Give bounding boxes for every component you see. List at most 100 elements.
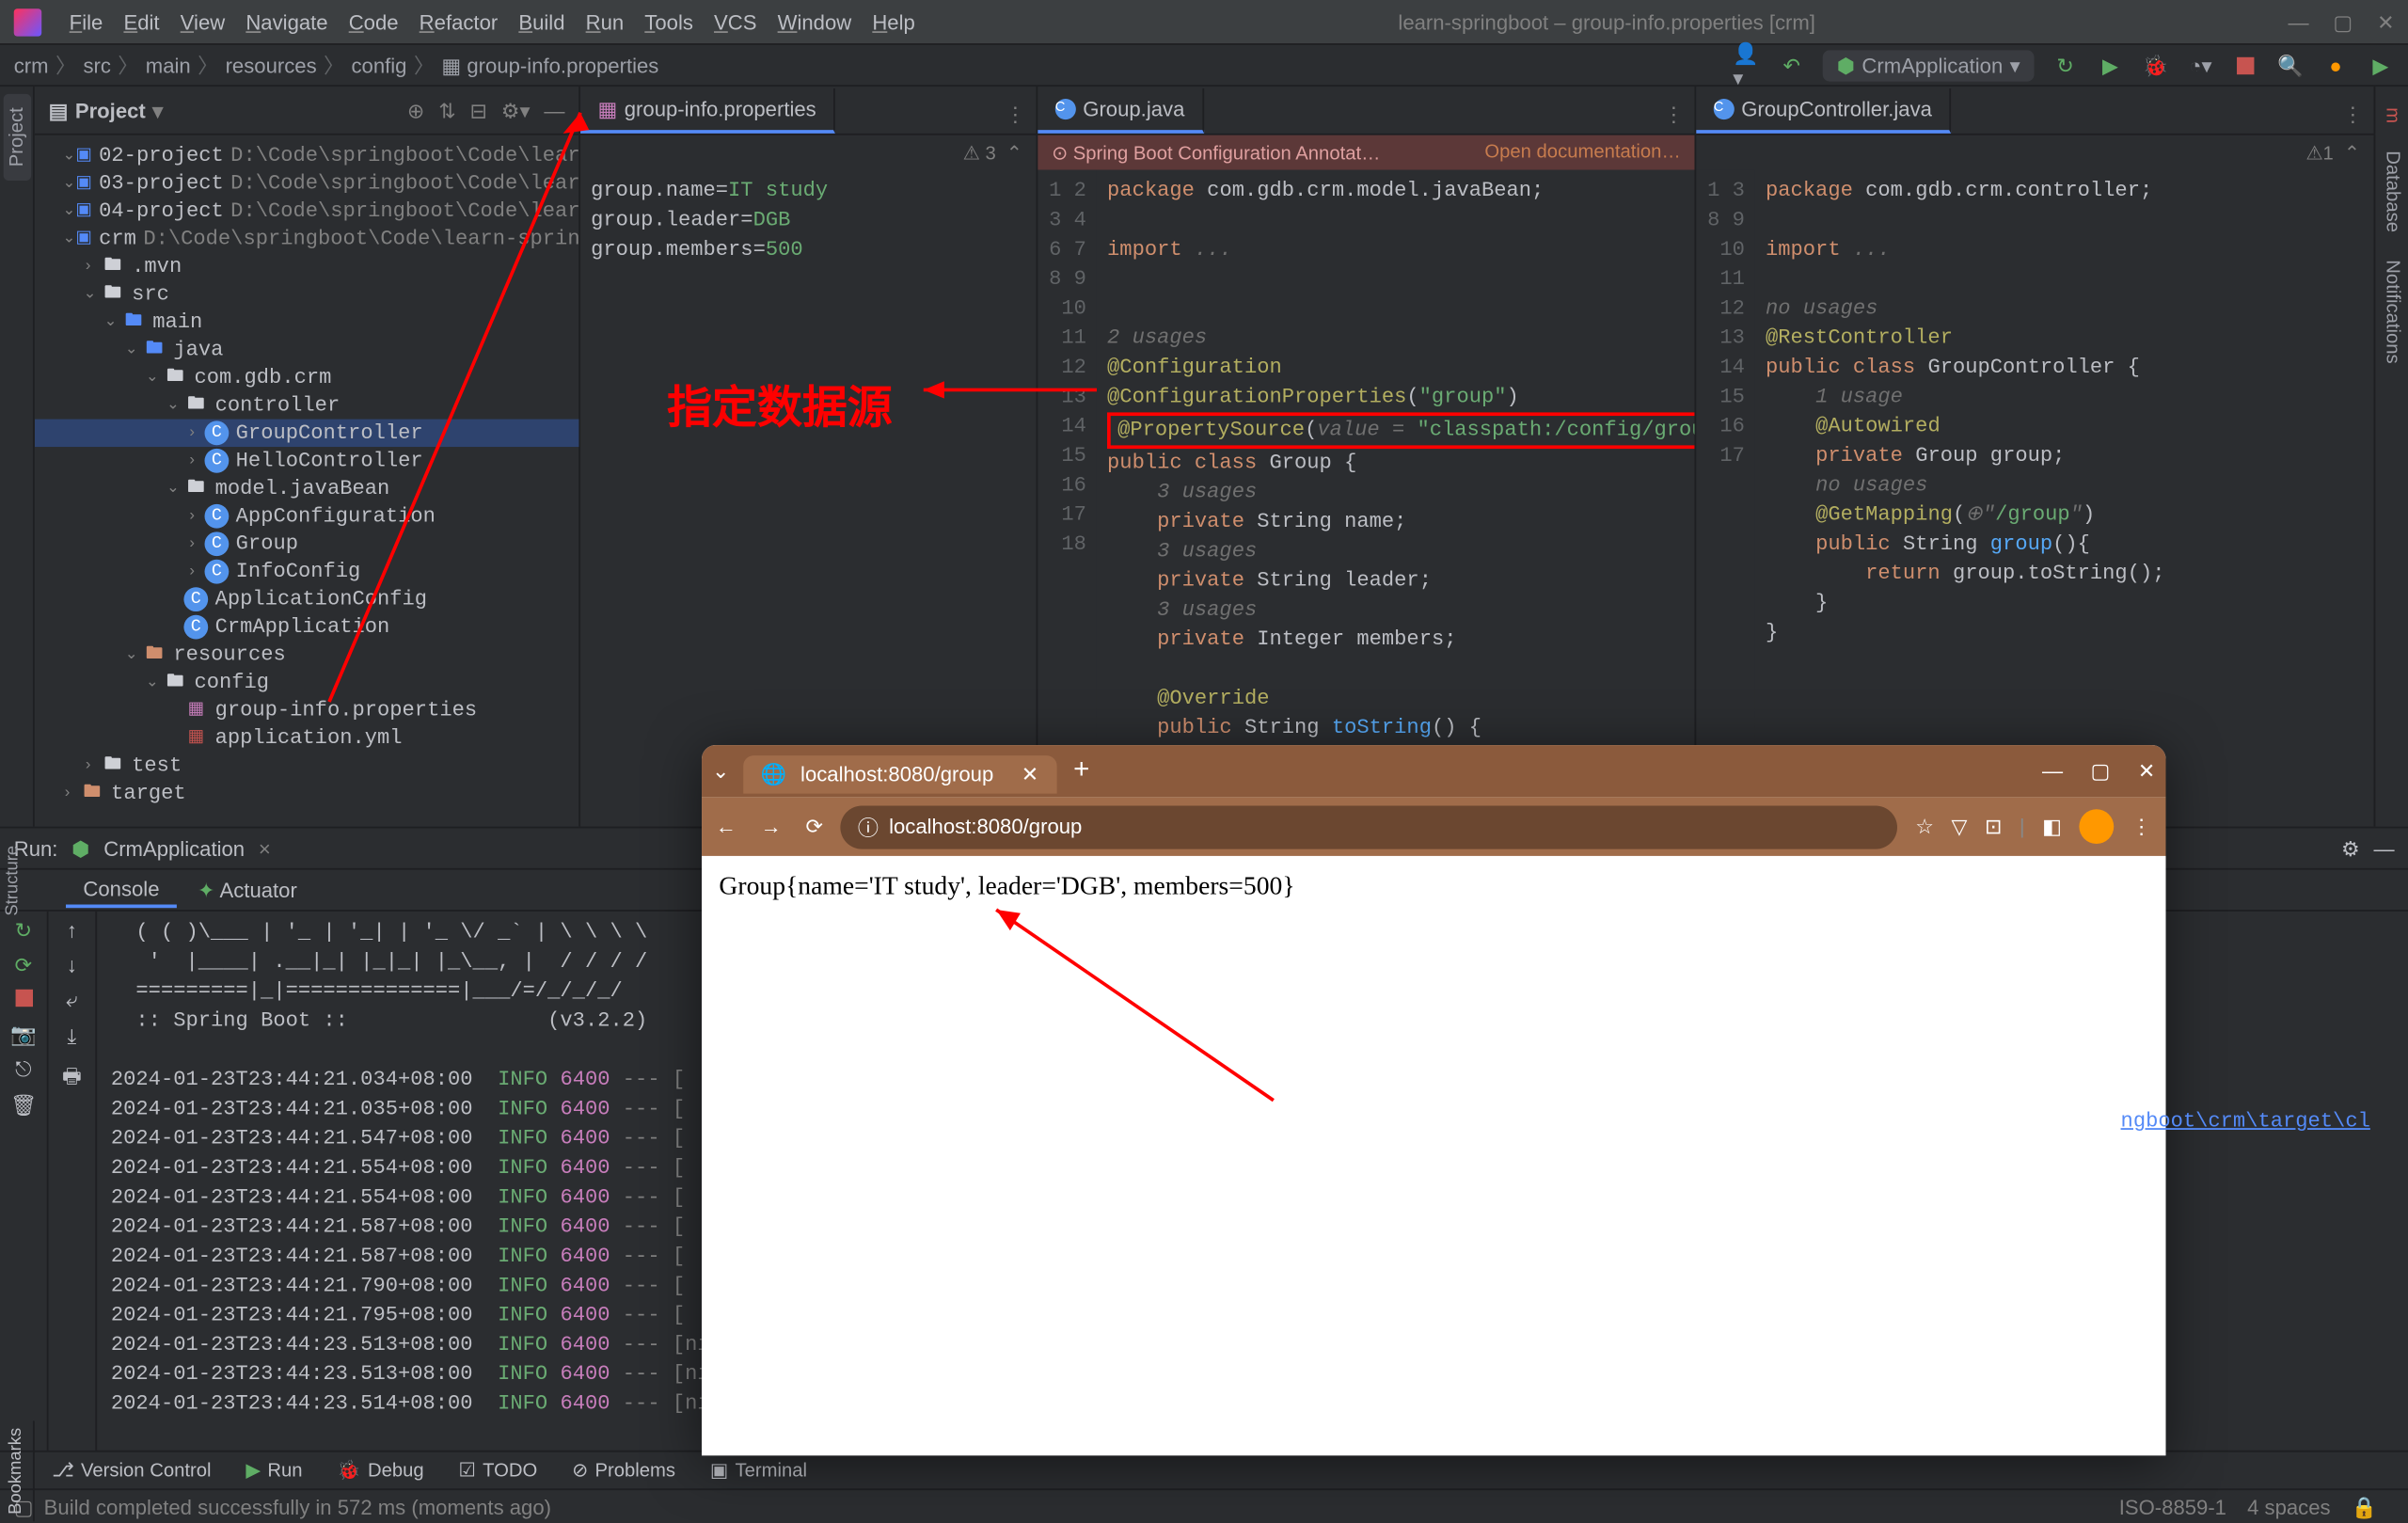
tree-row[interactable]: ⌄🖿config [35, 669, 578, 696]
tree-row[interactable]: ⌄🖿resources [35, 642, 578, 669]
tree-row[interactable]: ⌄🖿main [35, 309, 578, 336]
sidepanel-icon[interactable]: ◧ [2042, 815, 2062, 839]
star-icon[interactable]: ☆ [1915, 815, 1934, 839]
reload-icon[interactable]: ⟳ [806, 815, 824, 839]
search-icon[interactable]: 🔍 [2276, 51, 2304, 78]
wrap-icon[interactable]: ⤶ [66, 988, 77, 1014]
tool-todo[interactable]: ☑ TODO [441, 1459, 555, 1482]
hide-icon[interactable]: — [2374, 836, 2395, 861]
warnings-badge[interactable]: ⚠1 [2305, 141, 2333, 164]
tree-row[interactable]: ⌄▣02-projectD:\Code\springboot\Code\lear… [35, 142, 578, 169]
tree-row[interactable]: ›CInfoConfig [35, 558, 578, 585]
tree-row[interactable]: ⌄🖿controller [35, 391, 578, 419]
hotswap-icon[interactable]: ⟳ [15, 953, 33, 977]
bookmarks-tab[interactable]: Bookmarks [7, 1420, 25, 1521]
menu-file[interactable]: File [59, 9, 114, 34]
exit-icon[interactable]: ⎋ [15, 1057, 31, 1084]
tree-row[interactable]: CCrmApplication [35, 613, 578, 641]
project-tool-tab[interactable]: Project [3, 93, 30, 181]
menu-tools[interactable]: Tools [634, 9, 704, 34]
tree-row[interactable]: ›CAppConfiguration [35, 502, 578, 530]
select-opened-icon[interactable]: ⊕ [407, 98, 425, 122]
breadcrumb-item[interactable]: resources [226, 53, 317, 77]
breadcrumb[interactable]: crm〉src〉main〉resources〉config〉▦ group-in… [14, 50, 659, 79]
down-icon[interactable]: ↓ [67, 953, 77, 977]
up-icon[interactable]: ↑ [67, 918, 77, 943]
notifications-tool-tab[interactable]: Notifications [2378, 246, 2405, 378]
run-icon[interactable]: ▶ [2097, 51, 2124, 78]
close-tab-icon[interactable]: × [259, 836, 271, 861]
print-icon[interactable]: 🖶 [62, 1060, 82, 1097]
forward-icon[interactable]: → [761, 815, 782, 839]
debug-icon[interactable]: 🐞 [2142, 51, 2169, 78]
expand-icon[interactable]: ⇅ [438, 98, 456, 122]
br-minimize-icon[interactable]: — [2042, 759, 2063, 784]
menu-vcs[interactable]: VCS [704, 9, 768, 34]
encoding[interactable]: ISO-8859-1 [2119, 1495, 2226, 1519]
rerun-icon[interactable]: ↻ [2052, 51, 2079, 78]
stop-icon[interactable] [15, 988, 32, 1012]
tab-menu-icon[interactable]: ⋮ [994, 95, 1036, 134]
menu-refactor[interactable]: Refactor [409, 9, 509, 34]
tree-row[interactable]: ›CGroup [35, 531, 578, 558]
tab-menu-icon[interactable]: ⋮ [1653, 95, 1694, 134]
tab-menu-icon[interactable]: ⋮ [2332, 95, 2373, 134]
tool-run[interactable]: ▶ Run [229, 1459, 320, 1482]
tool-terminal[interactable]: ▣ Terminal [692, 1459, 824, 1482]
tree-row[interactable]: ›🖿.mvn [35, 253, 578, 280]
banner-link[interactable]: Open documentation… [1484, 142, 1680, 163]
structure-tab[interactable]: Structure [0, 832, 26, 929]
tree-row[interactable]: ⌄▣04-projectD:\Code\springboot\Code\lear… [35, 198, 578, 225]
menu-run[interactable]: Run [576, 9, 635, 34]
camera-icon[interactable]: 📷 [10, 1023, 37, 1047]
settings-icon[interactable]: ⚙▾ [501, 98, 531, 122]
breadcrumb-item[interactable]: main [146, 53, 191, 77]
actuator-tab[interactable]: ✦ Actuator [181, 874, 315, 905]
tree-row[interactable]: ›🖿target [35, 780, 578, 807]
extensions-icon[interactable]: ⊡ [1985, 815, 2003, 839]
breadcrumb-item[interactable]: crm [14, 53, 49, 77]
site-info-icon[interactable]: ⓘ [858, 812, 879, 841]
breadcrumb-item[interactable]: src [83, 53, 110, 77]
tab-close-icon[interactable]: ✕ [1022, 762, 1039, 786]
warnings-badge[interactable]: ⚠ 3 [963, 141, 996, 164]
run-config-selector[interactable]: ⬢ CrmApplication ▾ [1823, 49, 2035, 80]
tree-row[interactable]: ⌄🖿com.gdb.crm [35, 364, 578, 391]
menu-build[interactable]: Build [508, 9, 575, 34]
tree-row[interactable]: ▦application.yml [35, 724, 578, 752]
minimize-icon[interactable]: — [2289, 9, 2309, 34]
tree-row[interactable]: ›🖿test [35, 752, 578, 779]
hide-icon[interactable]: — [544, 98, 564, 122]
breadcrumb-item[interactable]: config [351, 53, 406, 77]
tool-version-control[interactable]: ⎇ Version Control [35, 1459, 229, 1482]
back-icon[interactable]: ← [716, 815, 737, 839]
browser-tab[interactable]: 🌐 localhost:8080/group ✕ [743, 755, 1055, 794]
tree-row[interactable]: ⌄▣03-projectD:\Code\springboot\Code\lear… [35, 170, 578, 198]
address-bar[interactable]: ⓘ localhost:8080/group [840, 805, 1897, 849]
maven-tool-tab[interactable]: m [2378, 93, 2405, 136]
maximize-icon[interactable]: ▢ [2333, 9, 2353, 34]
new-tab-icon[interactable]: + [1073, 755, 1089, 786]
tree-row[interactable]: ⌄🖿java [35, 336, 578, 363]
coverage-icon[interactable]: ◔▾ [2187, 51, 2214, 78]
gear-icon[interactable]: ⚙ [2341, 836, 2360, 861]
tab-controller[interactable]: CGroupController.java [1696, 88, 1951, 134]
tree-row[interactable]: ⌄🖿model.javaBean [35, 475, 578, 502]
scroll-icon[interactable]: ⤓ [68, 1024, 77, 1051]
download-icon[interactable]: ▽ [1952, 815, 1968, 839]
tree-row[interactable]: CApplicationConfig [35, 586, 578, 613]
indent[interactable]: 4 spaces [2247, 1495, 2330, 1519]
back-icon[interactable]: ↶ [1778, 51, 1805, 78]
breadcrumb-item[interactable]: ▦ group-info.properties [441, 53, 658, 77]
tree-row[interactable]: ▦group-info.properties [35, 696, 578, 723]
tool-problems[interactable]: ⊘ Problems [555, 1459, 693, 1482]
code-group[interactable]: 1 2 3 4 6 7 8 9 10 11 12 13 14 15 16 17 … [1038, 170, 1694, 827]
menu-icon[interactable]: ⋮ [2131, 815, 2152, 839]
close-icon[interactable]: ✕ [2377, 9, 2395, 34]
br-close-icon[interactable]: ✕ [2138, 759, 2156, 784]
tree-row[interactable]: ›CHelloController [35, 447, 578, 474]
tab-properties[interactable]: ▦group-info.properties [580, 88, 835, 134]
tab-list-icon[interactable]: ⌄ [712, 759, 730, 784]
user-icon[interactable]: 👤▾ [1733, 51, 1760, 78]
code-properties[interactable]: group.name=IT study group.leader=DGB gro… [580, 170, 1036, 827]
